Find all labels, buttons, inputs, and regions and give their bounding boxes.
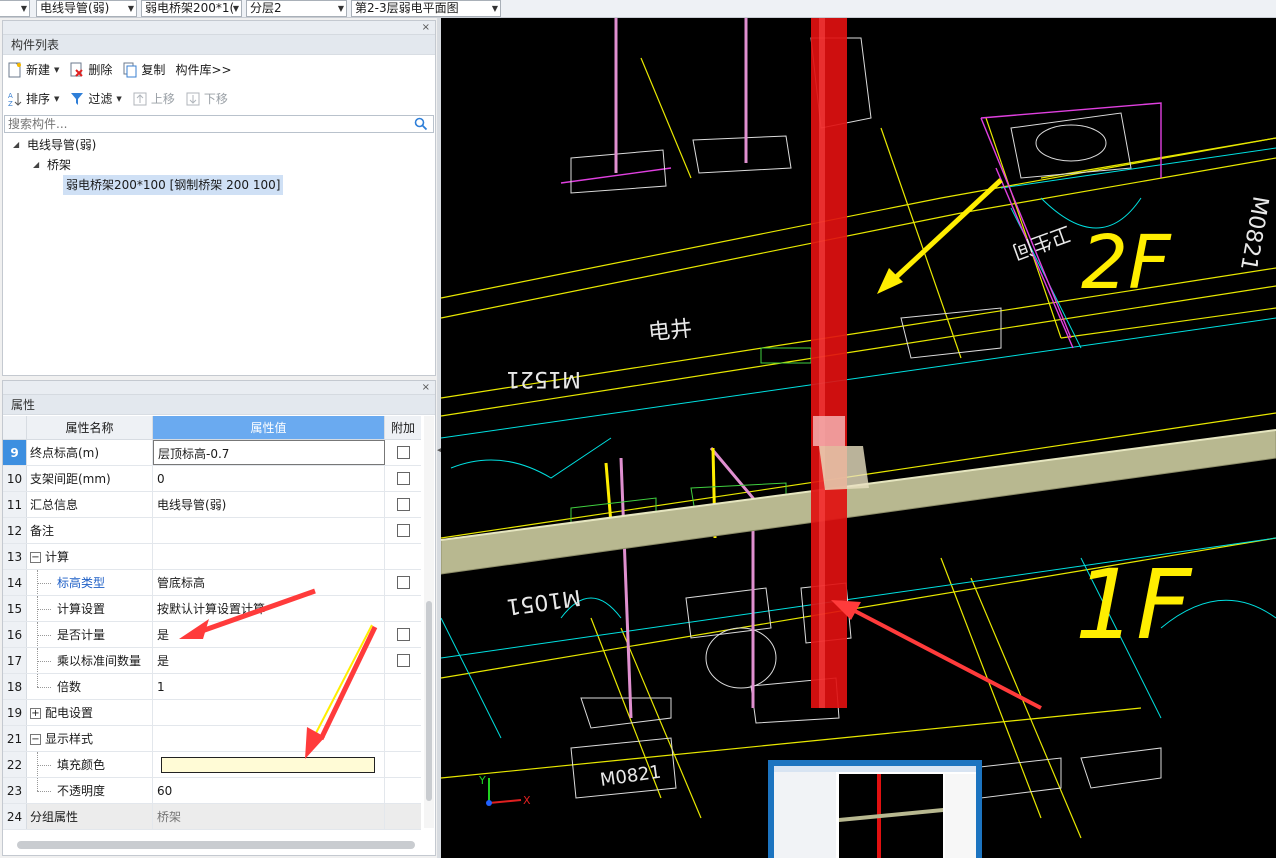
component-list-panel: × 构件列表 新建 ▼ 删除 复制 构件库>> AZ 排序 ▼ 过滤 ▼ 上移 … bbox=[2, 20, 436, 376]
tree-node-selected-component[interactable]: 弱电桥架200*100 [钢制桥架 200 100] bbox=[3, 175, 435, 195]
magenta-lines bbox=[560, 102, 1162, 349]
sort-label: 排序 bbox=[26, 92, 51, 106]
svg-text:Z: Z bbox=[8, 100, 13, 107]
annotation-overlay bbox=[179, 588, 378, 759]
copy-label: 复制 bbox=[141, 63, 166, 77]
chevron-down-icon: ▼ bbox=[337, 4, 344, 13]
property-panel: × 属性 属性名称 属性值 附加 9 终点标高(m) 层顶标高-0.7 10 支… bbox=[2, 380, 436, 856]
mode-dropdown[interactable]: ▼ bbox=[0, 0, 30, 17]
delete-button[interactable]: 删除 bbox=[69, 60, 112, 80]
axis-y-label: Y bbox=[478, 774, 486, 787]
chevron-down-icon: ▼ bbox=[232, 4, 239, 13]
drawing-dropdown[interactable]: 第2-3层弱电平面图 ▼ bbox=[351, 0, 501, 17]
arrow-down-icon bbox=[185, 91, 201, 107]
cad-label-1f: 1F bbox=[1075, 549, 1193, 661]
cad-scene[interactable]: 电井 卫生间 2F 1F M1521 M1051 M0821 M0821 X Y bbox=[441, 18, 1276, 858]
sort-button[interactable]: AZ 排序 ▼ bbox=[7, 89, 59, 109]
tree-node-root[interactable]: ◢ 电线导管(弱) bbox=[3, 135, 435, 155]
cad-label-2f: 2F bbox=[1081, 220, 1172, 306]
chevron-down-icon: ▼ bbox=[491, 4, 498, 13]
drawing-viewport[interactable]: 电井 卫生间 2F 1F M1521 M1051 M0821 M0821 X Y bbox=[441, 18, 1276, 858]
sort-icon: AZ bbox=[7, 91, 23, 107]
cad-label-door-1: M1521 bbox=[506, 366, 581, 391]
filter-button[interactable]: 过滤 ▼ bbox=[69, 89, 122, 109]
component-tree: ◢ 电线导管(弱) ◢ 桥架 弱电桥架200*100 [钢制桥架 200 100… bbox=[3, 135, 435, 195]
new-label: 新建 bbox=[26, 63, 51, 77]
copy-icon bbox=[122, 62, 138, 78]
delete-label: 删除 bbox=[88, 63, 113, 77]
tree-collapse-icon[interactable]: ◢ bbox=[33, 155, 39, 175]
component-toolbar-2: AZ 排序 ▼ 过滤 ▼ 上移 下移 bbox=[3, 84, 435, 113]
new-button[interactable]: 新建 ▼ bbox=[7, 60, 59, 80]
move-up-button[interactable]: 上移 bbox=[132, 89, 175, 109]
top-selector-bar: ▼ 电线导管(弱) ▼ 弱电桥架200*1(▼ 分层2 ▼ 第2-3层弱电平面图 ▼ bbox=[0, 0, 1276, 18]
fixture-outlines bbox=[570, 37, 1162, 799]
panel-title: 构件列表 bbox=[3, 35, 435, 55]
riser-highlight bbox=[819, 18, 825, 708]
annotation-arrow-red bbox=[852, 608, 1042, 710]
tree-collapse-icon[interactable]: ◢ bbox=[13, 135, 19, 155]
annotation-arrow-yellow bbox=[891, 178, 1003, 282]
layer-dropdown[interactable]: 分层2 ▼ bbox=[246, 0, 347, 17]
search-input[interactable] bbox=[5, 116, 405, 132]
arrow-up-icon bbox=[132, 91, 148, 107]
component-type-dropdown[interactable]: 电线导管(弱) ▼ bbox=[36, 0, 137, 17]
junction-box bbox=[760, 347, 812, 364]
search-icon[interactable] bbox=[414, 117, 428, 131]
riser-junction bbox=[813, 416, 845, 446]
library-label: 构件库>> bbox=[175, 63, 232, 77]
axis-gizmo: X Y bbox=[478, 774, 531, 807]
component-value: 弱电桥架200*1( bbox=[145, 1, 235, 15]
tree-node-tray[interactable]: ◢ 桥架 bbox=[3, 155, 435, 175]
cad-label-door-2: M1051 bbox=[505, 584, 583, 619]
new-file-icon bbox=[7, 62, 23, 78]
caret-down-icon: ▼ bbox=[116, 94, 122, 103]
caret-down-icon: ▼ bbox=[54, 65, 60, 74]
cad-label-toilet: 卫生间 bbox=[1010, 221, 1075, 264]
copy-button[interactable]: 复制 bbox=[122, 60, 165, 80]
move-down-button[interactable]: 下移 bbox=[185, 89, 228, 109]
layer-value: 分层2 bbox=[250, 1, 282, 15]
delete-icon bbox=[69, 62, 85, 78]
move-down-label: 下移 bbox=[203, 92, 228, 106]
component-dropdown[interactable]: 弱电桥架200*1(▼ bbox=[141, 0, 242, 17]
close-icon[interactable]: × bbox=[422, 21, 430, 34]
axis-x-label: X bbox=[523, 794, 531, 807]
chevron-down-icon: ▼ bbox=[20, 4, 27, 13]
tree-node-label: 弱电桥架200*100 [钢制桥架 200 100] bbox=[63, 175, 284, 195]
filter-label: 过滤 bbox=[88, 92, 113, 106]
screenshot-thumbnail bbox=[768, 760, 982, 858]
svg-text:A: A bbox=[8, 92, 13, 100]
panel-header-strip: × bbox=[3, 21, 435, 35]
cad-label-door-3: M0821 bbox=[1235, 194, 1273, 272]
tree-node-label: 电线导管(弱) bbox=[27, 138, 97, 152]
cad-label-electric-well: 电井 bbox=[647, 317, 693, 346]
component-type-value: 电线导管(弱) bbox=[40, 1, 110, 15]
riser-elbow bbox=[819, 446, 869, 490]
component-library-button[interactable]: 构件库>> bbox=[175, 60, 231, 80]
move-up-label: 上移 bbox=[150, 92, 175, 106]
filter-icon bbox=[69, 91, 85, 107]
cad-label-door-4: M0821 bbox=[599, 762, 663, 791]
component-search bbox=[4, 115, 434, 133]
caret-down-icon: ▼ bbox=[54, 94, 60, 103]
drawing-value: 第2-3层弱电平面图 bbox=[355, 1, 459, 15]
component-toolbar: 新建 ▼ 删除 复制 构件库>> bbox=[3, 55, 435, 84]
chevron-down-icon: ▼ bbox=[127, 4, 134, 13]
tree-node-label: 桥架 bbox=[47, 158, 72, 172]
